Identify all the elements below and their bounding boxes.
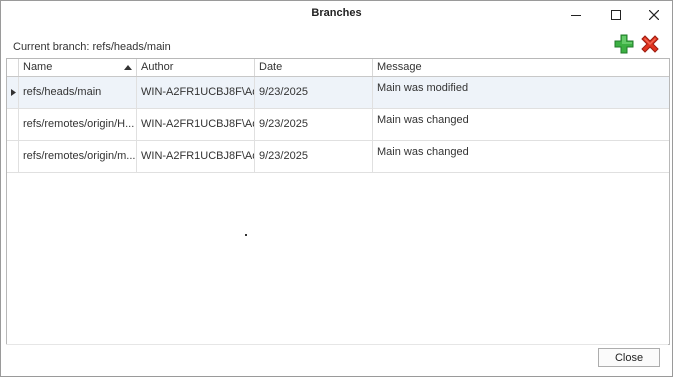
table-row[interactable]: refs/heads/main WIN-A2FR1UCBJ8F\Ad... 9/… — [7, 77, 669, 109]
cell-name: refs/remotes/origin/m... — [19, 141, 137, 172]
cell-author: WIN-A2FR1UCBJ8F\Ad... — [137, 77, 255, 108]
delete-branch-button[interactable] — [639, 33, 661, 55]
cell-name: refs/remotes/origin/H... — [19, 109, 137, 140]
column-header-label: Name — [23, 61, 53, 73]
cell-message: Main was modified — [377, 82, 469, 94]
table-row[interactable]: refs/remotes/origin/H... WIN-A2FR1UCBJ8F… — [7, 109, 669, 141]
minimize-button[interactable] — [557, 1, 595, 29]
cell-author: WIN-A2FR1UCBJ8F\Ad... — [137, 109, 255, 140]
close-window-button[interactable] — [635, 1, 673, 29]
footer-divider — [6, 344, 668, 345]
column-header-label: Message — [377, 61, 422, 73]
close-icon — [649, 10, 659, 20]
x-icon — [641, 35, 659, 53]
row-indicator — [7, 77, 19, 108]
indicator-header — [7, 59, 19, 76]
cell-message: Main was changed — [377, 146, 469, 158]
cell-name: refs/heads/main — [19, 77, 137, 108]
column-header-author[interactable]: Author — [137, 59, 255, 76]
cursor-dot — [245, 234, 247, 236]
column-header-date[interactable]: Date — [255, 59, 373, 76]
column-header-name[interactable]: Name — [19, 59, 137, 76]
cell-date: 9/23/2025 — [255, 141, 373, 172]
sort-ascending-icon — [124, 65, 132, 70]
plus-icon — [614, 34, 634, 54]
cell-date: 9/23/2025 — [255, 109, 373, 140]
table-row[interactable]: refs/remotes/origin/m... WIN-A2FR1UCBJ8F… — [7, 141, 669, 173]
branches-dialog: Branches Current branch: refs/heads/main… — [0, 0, 673, 377]
column-header-label: Date — [259, 61, 283, 73]
column-header-message[interactable]: Message — [373, 59, 669, 76]
add-branch-button[interactable] — [613, 33, 635, 55]
branches-grid: Name Author Date Message refs/heads/main… — [6, 58, 670, 345]
column-header-label: Author — [141, 61, 174, 73]
maximize-button[interactable] — [597, 1, 635, 29]
title-bar: Branches — [1, 1, 672, 29]
cell-date: 9/23/2025 — [255, 77, 373, 108]
current-branch-label: Current branch: refs/heads/main — [13, 41, 171, 53]
minimize-icon — [571, 15, 581, 16]
grid-header: Name Author Date Message — [7, 59, 669, 77]
cell-message: Main was changed — [377, 114, 469, 126]
close-button[interactable]: Close — [598, 348, 660, 367]
cell-author: WIN-A2FR1UCBJ8F\Ad... — [137, 141, 255, 172]
row-indicator — [7, 141, 19, 172]
maximize-icon — [611, 10, 621, 20]
current-row-arrow-icon — [11, 89, 16, 96]
row-indicator — [7, 109, 19, 140]
